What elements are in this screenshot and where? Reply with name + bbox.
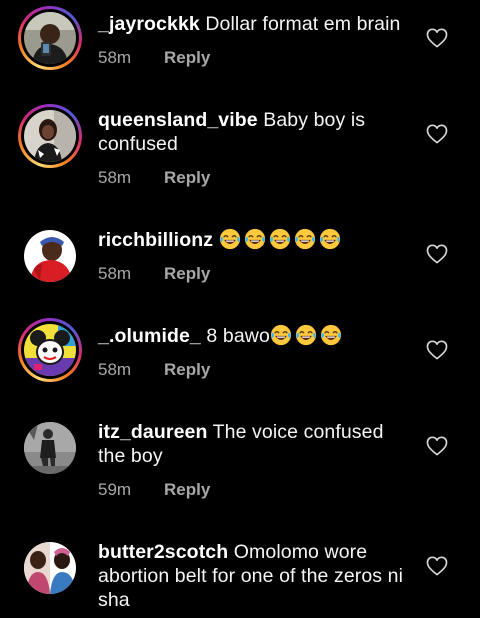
joy-emoji-icon [270,324,292,346]
comment-body: itz_daureen The voice confused the boy [98,420,412,468]
reply-button[interactable]: Reply [164,480,210,499]
heart-icon[interactable] [426,436,448,456]
comment-time: 58m [98,264,132,283]
comment-text: Dollar format em brain [205,13,401,35]
heart-icon[interactable] [426,340,448,360]
emoji-group [219,229,344,251]
avatar-image [24,422,76,474]
avatar-image [24,324,76,376]
heart-icon[interactable] [426,124,448,144]
comment-username[interactable]: itz_daureen [98,421,207,443]
avatar[interactable] [18,104,82,168]
joy-emoji-icon [269,228,291,250]
joy-emoji-icon [244,228,266,250]
comment-meta: 58m Reply [98,48,210,68]
comment-username[interactable]: ricchbillionz [98,229,213,251]
joy-emoji-icon [295,324,317,346]
comment-meta: 58m Reply [98,264,210,284]
joy-emoji-icon [319,228,341,250]
avatar[interactable] [18,6,82,70]
comment-body: butter2scotch Omolomo wore abortion belt… [98,540,412,612]
comment-meta: 58m Reply [98,168,210,188]
comment-time: 59m [98,480,132,499]
avatar[interactable] [18,224,82,288]
comment-body: ricchbillionz [98,228,412,252]
comment-time: 58m [98,360,132,379]
comment-username[interactable]: butter2scotch [98,541,228,563]
emoji-group [270,325,345,347]
comment-meta: 59m Reply [98,480,210,500]
avatar[interactable] [18,318,82,382]
heart-icon[interactable] [426,244,448,264]
joy-emoji-icon [294,228,316,250]
comment-text: 8 bawo [206,325,270,347]
avatar[interactable] [18,536,82,600]
avatar-image [24,12,76,64]
comment-time: 58m [98,48,132,67]
comment-body: _.olumide_ 8 bawo [98,324,412,348]
comment-username[interactable]: queensland_vibe [98,109,258,131]
joy-emoji-icon [219,228,241,250]
heart-icon[interactable] [426,28,448,48]
comment-meta: 58m Reply [98,360,210,380]
heart-icon[interactable] [426,556,448,576]
reply-button[interactable]: Reply [164,48,210,67]
comment-username[interactable]: _jayrockkk [98,13,200,35]
avatar-image [24,110,76,162]
joy-emoji-icon [320,324,342,346]
comment-body: queensland_vibe Baby boy is confused [98,108,412,156]
avatar-image [24,542,76,594]
comment-body: _jayrockkk Dollar format em brain [98,12,412,36]
comment-time: 58m [98,168,132,187]
reply-button[interactable]: Reply [164,168,210,187]
reply-button[interactable]: Reply [164,264,210,283]
avatar[interactable] [18,416,82,480]
reply-button[interactable]: Reply [164,360,210,379]
comment-username[interactable]: _.olumide_ [98,325,201,347]
avatar-image [24,230,76,282]
